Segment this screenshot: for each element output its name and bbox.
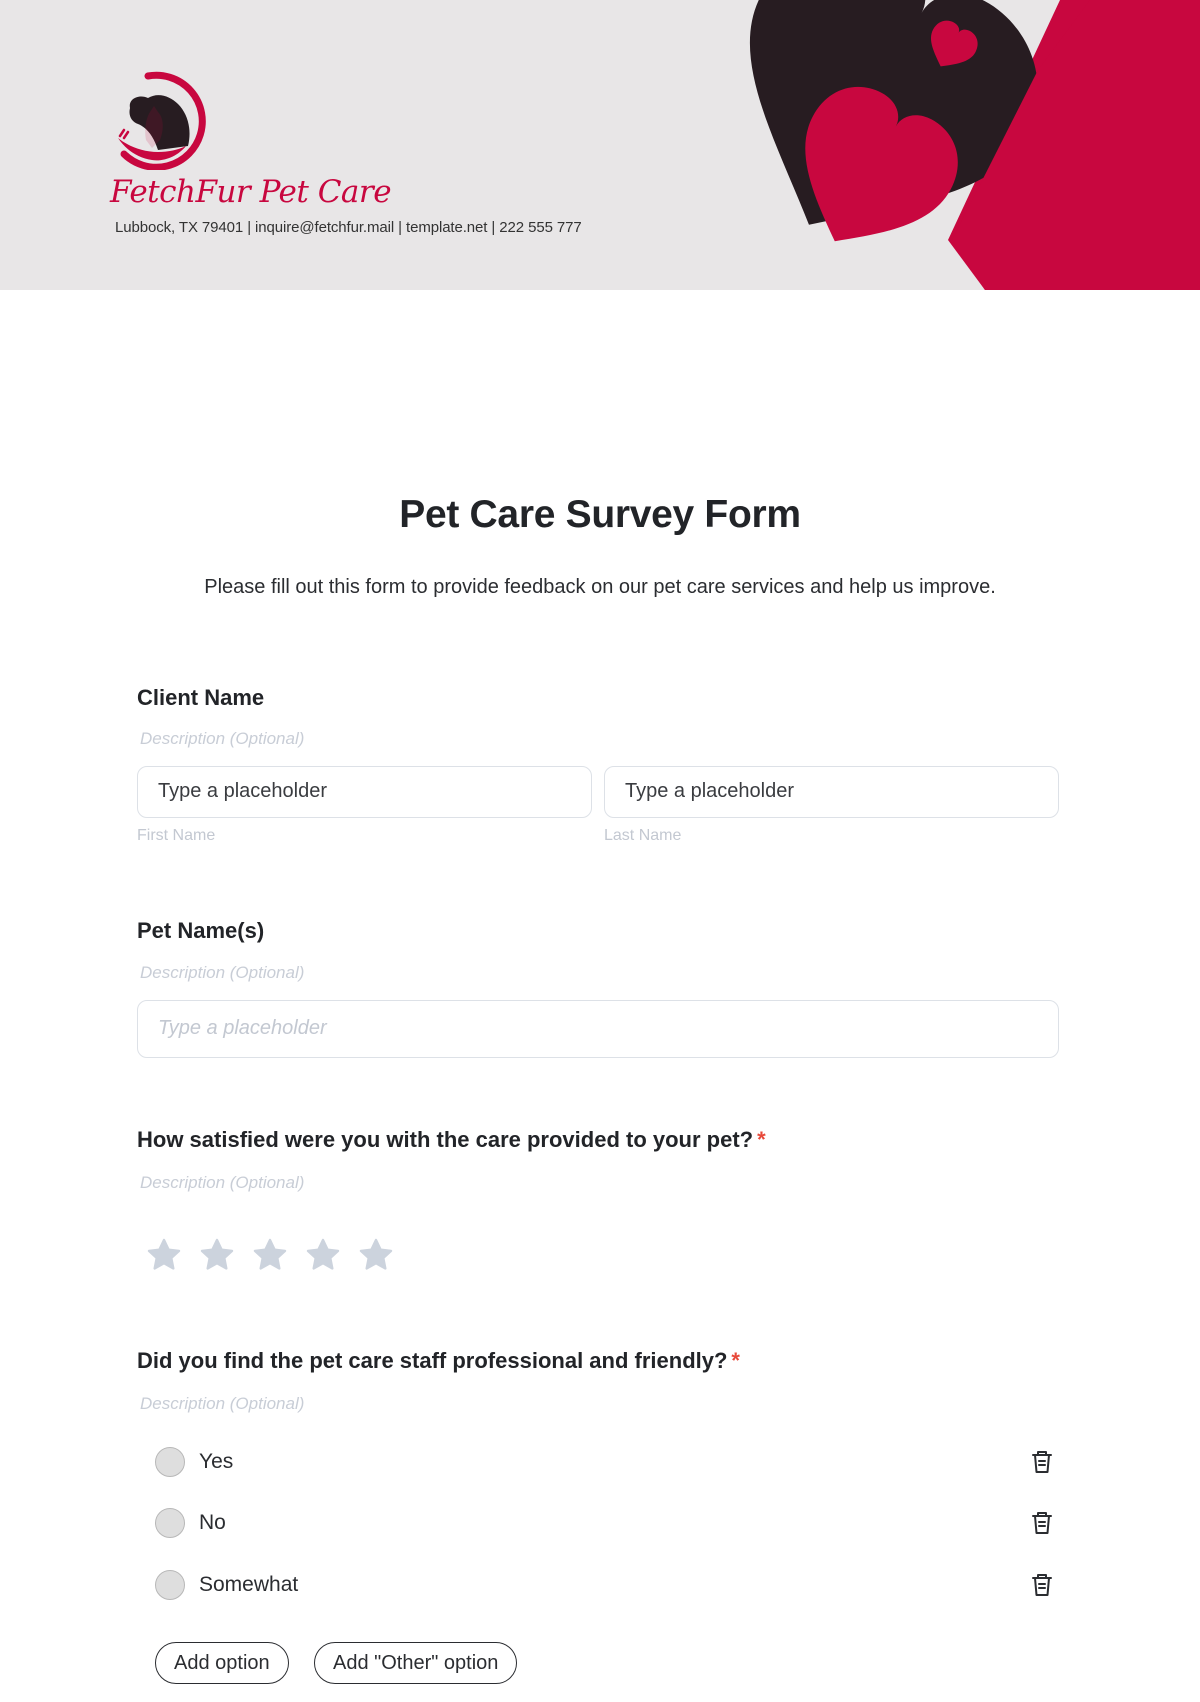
form-subtitle: Please fill out this form to provide fee… [204,576,996,598]
add-option-button[interactable]: Add option [155,1642,289,1684]
question-description[interactable]: Description (Optional) [140,963,304,983]
radio-option[interactable]: Yes [155,1444,1055,1480]
radio-option[interactable]: Somewhat [155,1567,1055,1603]
question-label-client-name: Client Name [137,685,265,710]
first-name-sublabel: First Name [137,827,216,844]
star-icon[interactable] [357,1236,395,1274]
form-title: Pet Care Survey Form [399,493,801,536]
required-asterisk: * [731,1348,740,1373]
letterhead-header: FetchFur Pet Care Lubbock, TX 79401 | in… [0,0,1200,290]
question-description[interactable]: Description (Optional) [140,1394,304,1414]
star-icon[interactable] [145,1236,183,1274]
add-other-option-button[interactable]: Add "Other" option [314,1642,518,1684]
trash-icon[interactable] [1029,1448,1055,1476]
first-name-input[interactable]: Type a placeholder [137,766,592,818]
question-label-satisfaction: How satisfied were you with the care pro… [137,1127,766,1152]
question-description[interactable]: Description (Optional) [140,1173,304,1193]
brand-name: FetchFur Pet Care [110,174,392,210]
question-label-staff-friendly: Did you find the pet care staff professi… [137,1348,740,1373]
option-label[interactable]: No [199,1511,226,1535]
star-icon[interactable] [251,1236,289,1274]
radio-button[interactable] [155,1570,185,1600]
question-description[interactable]: Description (Optional) [140,729,304,749]
radio-button[interactable] [155,1447,185,1477]
required-asterisk: * [757,1127,766,1152]
contact-info: Lubbock, TX 79401 | inquire@fetchfur.mai… [115,219,582,236]
star-rating[interactable] [145,1236,395,1274]
trash-icon[interactable] [1029,1571,1055,1599]
radio-button[interactable] [155,1508,185,1538]
last-name-input[interactable]: Type a placeholder [604,766,1059,818]
option-label[interactable]: Somewhat [199,1573,298,1597]
radio-option[interactable]: No [155,1505,1055,1541]
pet-care-logo-icon [118,71,206,170]
star-icon[interactable] [304,1236,342,1274]
question-label-pet-names: Pet Name(s) [137,918,265,943]
option-label[interactable]: Yes [199,1450,233,1474]
trash-icon[interactable] [1029,1509,1055,1537]
pet-names-input[interactable]: Type a placeholder [137,1000,1059,1058]
star-icon[interactable] [198,1236,236,1274]
last-name-sublabel: Last Name [604,827,682,844]
